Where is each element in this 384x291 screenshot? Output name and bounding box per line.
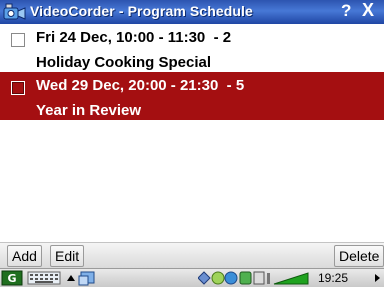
add-button[interactable]: Add [7,245,42,267]
edit-button[interactable]: Edit [50,245,85,267]
schedule-item[interactable]: Fri 24 Dec, 10:00 - 11:30 - 2 Holiday Co… [0,24,384,72]
program-title: Year in Review [36,102,142,119]
right-arrow-icon[interactable] [372,270,382,286]
window-title: VideoCorder - Program Schedule [30,3,253,19]
schedule-checkbox[interactable] [11,33,25,47]
schedule-time: Wed 29 Dec, 20:00 - 21:30 - 5 [36,77,245,94]
help-button[interactable]: ? [341,1,351,21]
close-button[interactable]: X [362,0,374,21]
program-title: Holiday Cooking Special [36,54,212,71]
command-bar: Add Edit Delete [0,242,384,269]
svg-text:G: G [7,272,16,285]
schedule-time: Fri 24 Dec, 10:00 - 11:30 - 2 [36,29,232,46]
system-tray[interactable] [197,270,310,286]
start-menu-icon[interactable]: G [1,270,23,286]
clock: 19:25 [318,271,349,285]
title-bar: VideoCorder - Program Schedule ? X [0,0,384,24]
taskbar: G 19:25 [0,268,384,287]
schedule-item-selected[interactable]: Wed 29 Dec, 20:00 - 21:30 - 5 Year in Re… [0,72,384,120]
up-arrow-icon[interactable] [66,270,76,286]
schedule-checkbox[interactable] [11,81,25,95]
network-icon [197,271,211,285]
video-camera-icon [2,2,28,24]
keyboard-icon[interactable] [27,270,61,286]
window-icon[interactable] [78,270,96,286]
delete-button[interactable]: Delete [334,245,384,267]
